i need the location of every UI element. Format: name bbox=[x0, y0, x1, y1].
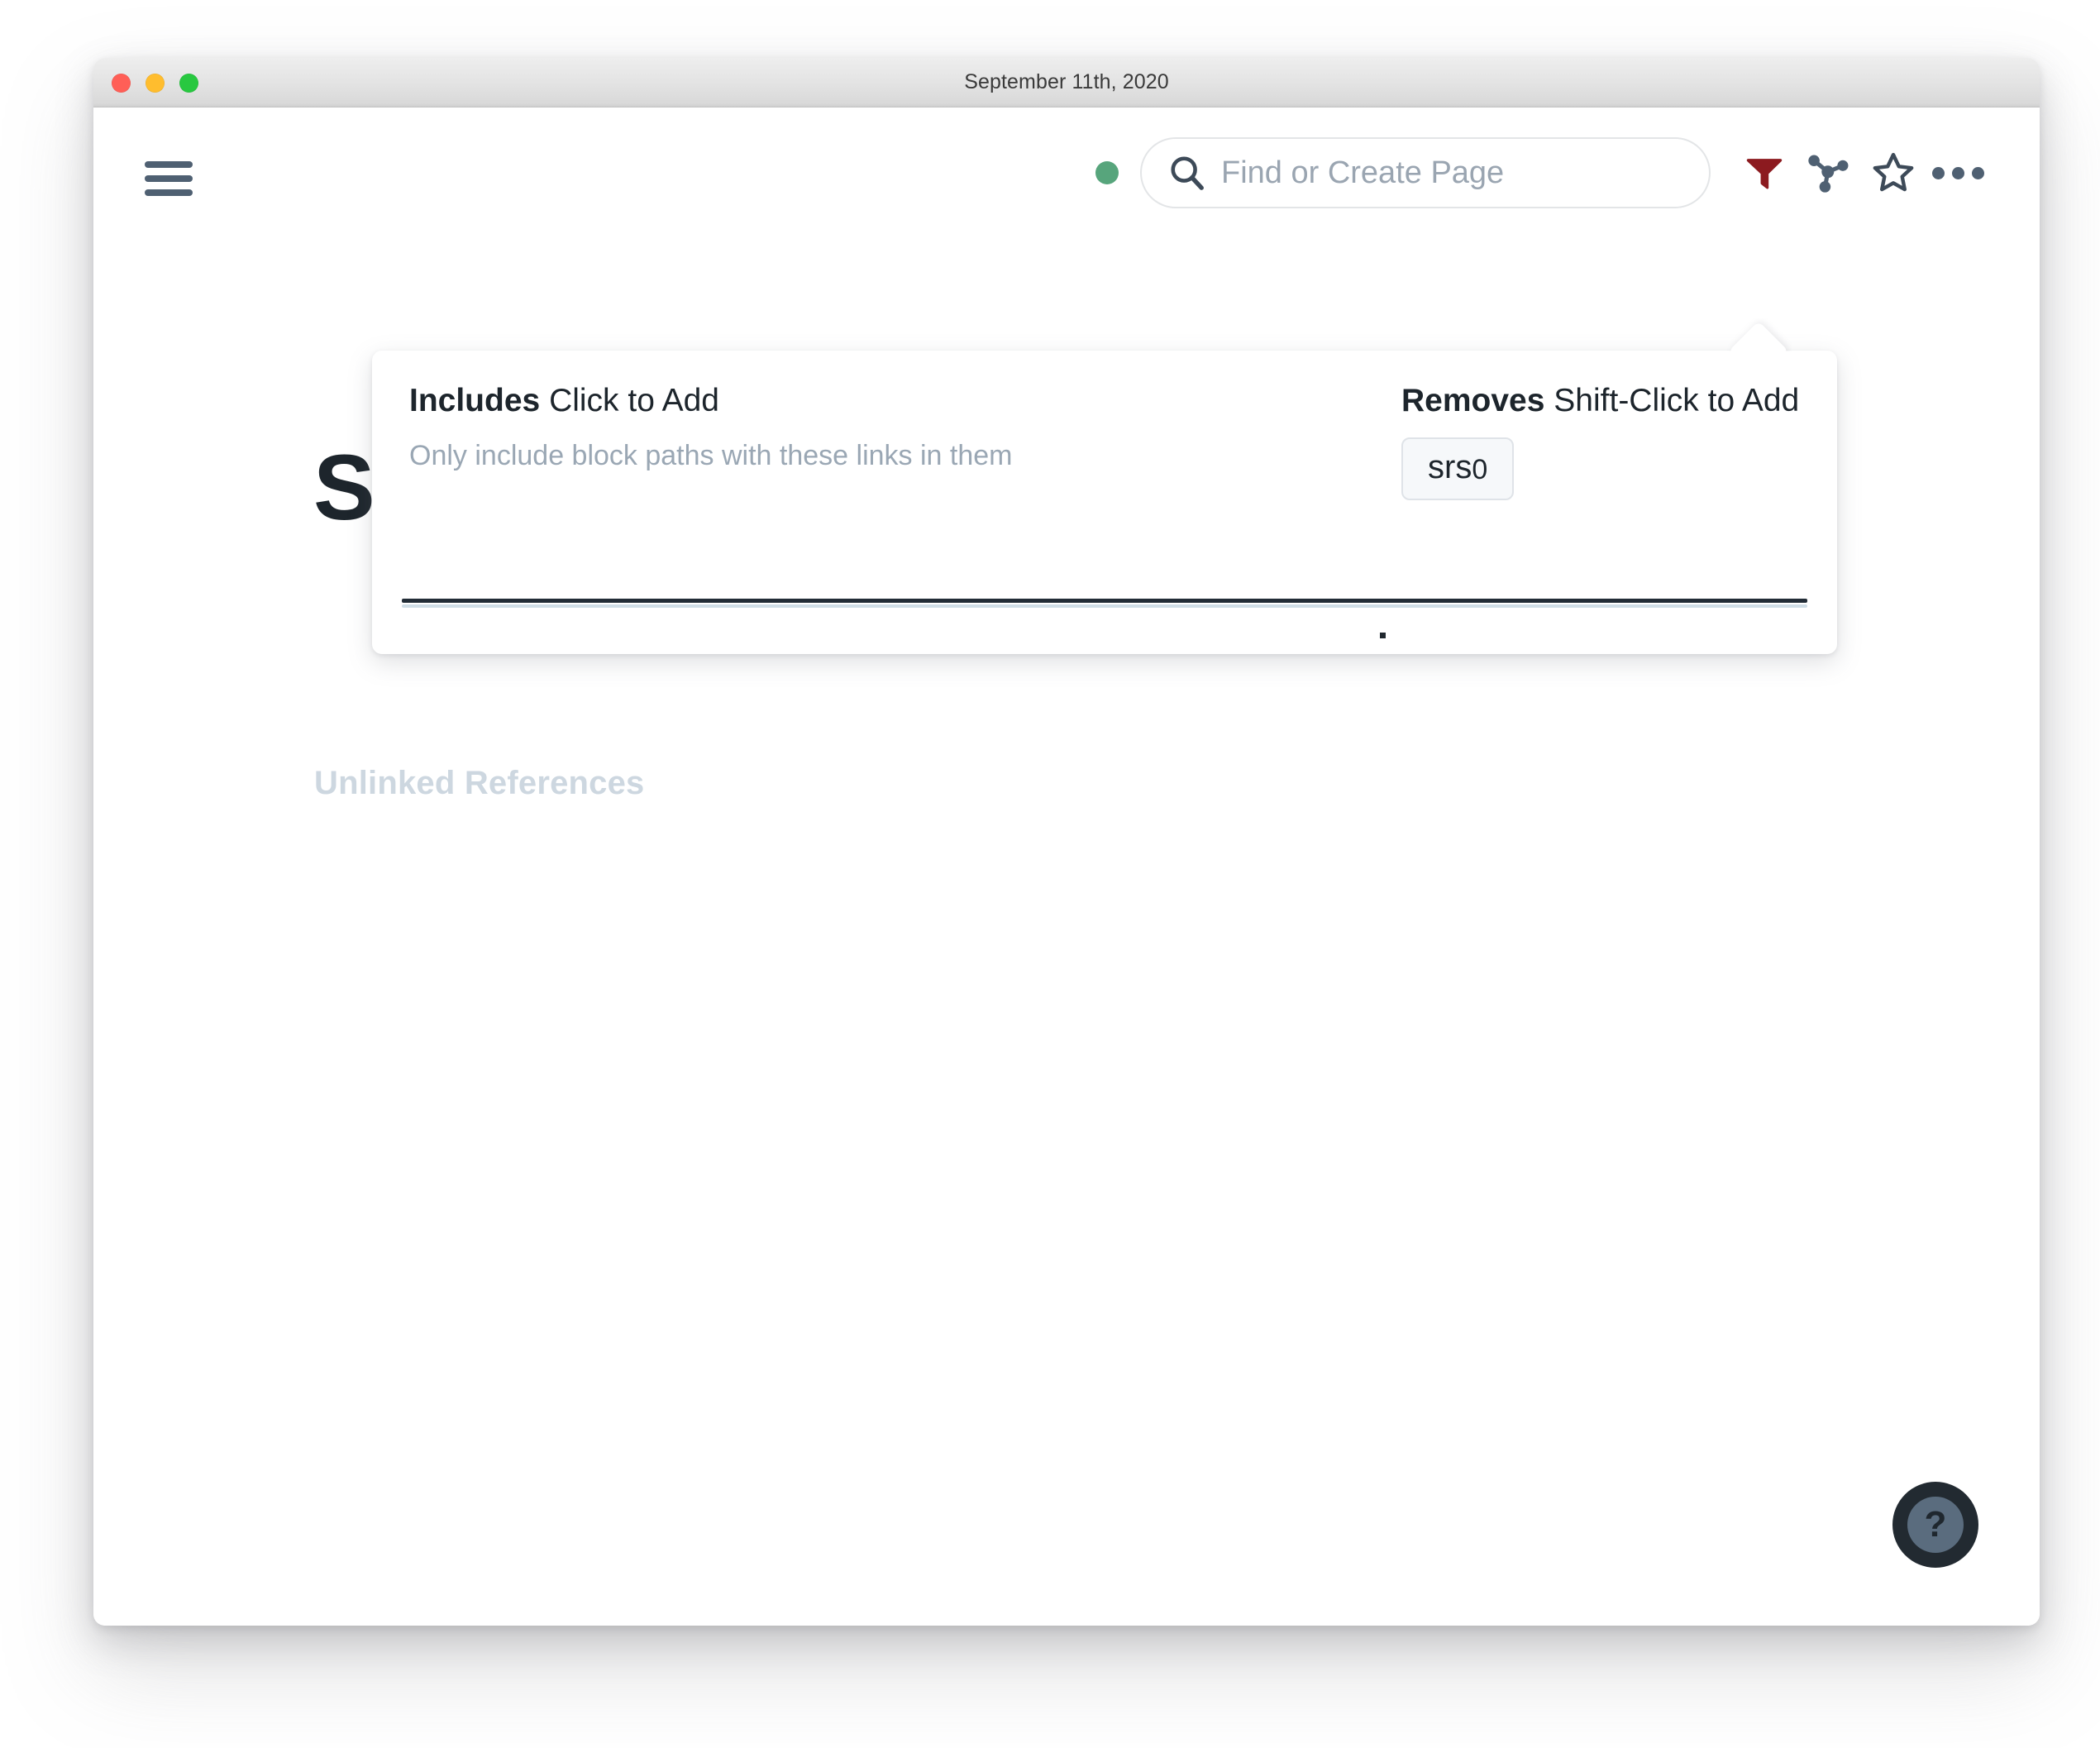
hamburger-bar bbox=[145, 161, 193, 168]
question-mark-icon: ? bbox=[1924, 1504, 1947, 1545]
search-bar[interactable] bbox=[1140, 137, 1711, 208]
removes-heading: Removes Shift-Click to Add bbox=[1401, 383, 1800, 419]
window-titlebar: September 11th, 2020 bbox=[93, 58, 2040, 107]
search-icon bbox=[1171, 156, 1204, 190]
includes-heading: Includes Click to Add bbox=[409, 383, 1112, 419]
star-glyph bbox=[1873, 152, 1914, 192]
desktop-background: September 11th, 2020 Find or Create Page… bbox=[0, 0, 2100, 1748]
filter-glyph bbox=[1746, 159, 1783, 189]
hamburger-bar bbox=[145, 189, 193, 196]
search-input[interactable] bbox=[1221, 155, 1684, 191]
app-topbar bbox=[93, 107, 2040, 232]
maximize-window-button[interactable] bbox=[179, 73, 198, 93]
unlinked-references-heading: Unlinked References bbox=[314, 765, 645, 801]
popover-dot-marker bbox=[1380, 633, 1386, 638]
star-icon[interactable] bbox=[1861, 141, 1926, 205]
includes-column: Includes Click to Add Only include block… bbox=[409, 383, 1112, 475]
filter-popover: Includes Click to Add Only include block… bbox=[372, 351, 1837, 654]
ellipsis-dot bbox=[1951, 166, 1964, 179]
ellipsis-dot bbox=[1971, 166, 1984, 179]
close-window-button[interactable] bbox=[112, 73, 131, 93]
removes-heading-bold: Removes bbox=[1401, 383, 1545, 418]
popover-divider-underline bbox=[402, 604, 1807, 608]
online-status-dot bbox=[1095, 161, 1119, 184]
popover-arrow bbox=[1725, 318, 1792, 351]
removes-tag-list: srs 0 bbox=[1401, 419, 1798, 500]
removes-heading-hint: Shift-Click to Add bbox=[1554, 383, 1800, 418]
includes-heading-hint: Click to Add bbox=[549, 383, 719, 418]
hamburger-bar bbox=[145, 175, 193, 182]
help-button-inner: ? bbox=[1907, 1497, 1964, 1553]
hamburger-menu-icon[interactable] bbox=[145, 159, 194, 198]
window-traffic-lights bbox=[112, 58, 198, 107]
page-title: S bbox=[313, 436, 375, 539]
popover-divider bbox=[402, 599, 1807, 603]
filter-icon[interactable] bbox=[1732, 141, 1797, 205]
graph-overview-icon[interactable] bbox=[1797, 141, 1861, 205]
app-window: September 11th, 2020 Find or Create Page… bbox=[93, 58, 2040, 1626]
removes-tag-label: srs bbox=[1428, 448, 1472, 485]
graph-overview-glyph bbox=[1808, 155, 1849, 193]
ellipsis-dot bbox=[1931, 166, 1945, 179]
includes-description: Only include block paths with these link… bbox=[409, 439, 1013, 471]
topbar-right-cluster bbox=[1095, 137, 1990, 208]
removes-tag-chip[interactable]: srs 0 bbox=[1401, 437, 1515, 500]
minimize-window-button[interactable] bbox=[146, 73, 165, 93]
help-button[interactable]: ? bbox=[1892, 1482, 1978, 1568]
app-body: S Unlinked References Includes Click to … bbox=[93, 107, 2040, 1626]
window-title: September 11th, 2020 bbox=[964, 70, 1169, 93]
includes-heading-bold: Includes bbox=[409, 383, 541, 418]
removes-column: Removes Shift-Click to Add srs 0 bbox=[1401, 383, 1800, 500]
ellipsis-icon[interactable] bbox=[1926, 141, 1990, 205]
removes-tag-suffix: 0 bbox=[1472, 453, 1488, 485]
